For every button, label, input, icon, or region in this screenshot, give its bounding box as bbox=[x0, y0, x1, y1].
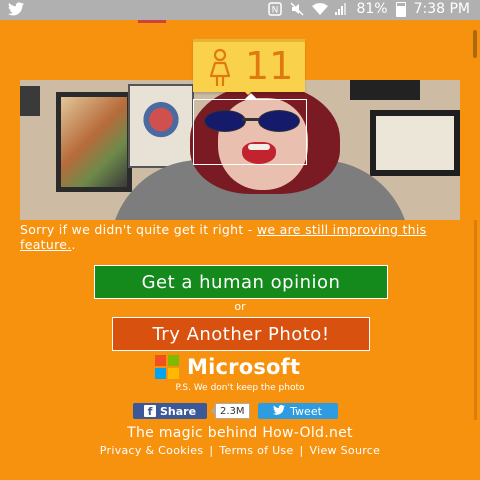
battery-percent: 81% bbox=[356, 1, 388, 17]
face-detection-box bbox=[193, 99, 307, 165]
twitter-icon bbox=[273, 404, 286, 418]
estimated-age: 11 bbox=[245, 44, 294, 88]
terms-of-use-link[interactable]: Terms of Use bbox=[219, 444, 293, 457]
privacy-disclaimer: P.S. We don't keep the photo bbox=[175, 383, 305, 393]
age-badge: 11 bbox=[193, 39, 305, 92]
wall-frame bbox=[370, 110, 460, 176]
facebook-share-button[interactable]: f Share bbox=[133, 403, 207, 419]
or-divider: or bbox=[234, 300, 246, 313]
svg-text:N: N bbox=[272, 6, 279, 16]
accuracy-message: Sorry if we didn't quite get it right - … bbox=[20, 222, 465, 252]
uploaded-photo bbox=[20, 80, 460, 220]
accuracy-message-trailing: . bbox=[71, 237, 76, 252]
facebook-icon: f bbox=[143, 405, 156, 417]
human-opinion-button[interactable]: Get a human opinion bbox=[94, 265, 388, 299]
microsoft-logo[interactable]: Microsoft bbox=[155, 355, 300, 379]
microsoft-wordmark: Microsoft bbox=[187, 355, 301, 379]
wall-frame bbox=[56, 92, 132, 192]
view-source-link[interactable]: View Source bbox=[310, 444, 381, 457]
wall-frame bbox=[20, 86, 40, 116]
social-share-row: f Share 2.3M Tweet bbox=[133, 402, 338, 420]
privacy-cookies-link[interactable]: Privacy & Cookies bbox=[100, 444, 204, 457]
wall-frame bbox=[128, 84, 194, 168]
age-badge-pointer bbox=[242, 89, 254, 95]
clock-time: 7:38 PM bbox=[413, 1, 470, 17]
facebook-share-label: Share bbox=[159, 404, 197, 418]
battery-icon bbox=[395, 1, 406, 17]
nfc-icon: N bbox=[268, 2, 283, 16]
site-tagline: The magic behind How-Old.net bbox=[127, 425, 353, 441]
tweet-button[interactable]: Tweet bbox=[257, 403, 338, 419]
footer-links: Privacy & Cookies | Terms of Use | View Sour… bbox=[99, 444, 381, 457]
scrollbar-thumb[interactable] bbox=[473, 30, 477, 58]
status-bar: N 81% 7:38 PM bbox=[0, 0, 480, 20]
share-count: 2.3M bbox=[211, 403, 250, 419]
signal-icon bbox=[334, 2, 348, 16]
microsoft-windows-icon bbox=[155, 355, 179, 379]
page-accent-line bbox=[138, 20, 166, 23]
wall-frame bbox=[350, 80, 420, 100]
female-icon bbox=[207, 48, 233, 88]
try-another-photo-button[interactable]: Try Another Photo! bbox=[112, 317, 370, 351]
mute-icon bbox=[290, 2, 304, 16]
twitter-notification-icon bbox=[8, 2, 24, 20]
wifi-icon bbox=[312, 2, 329, 16]
tweet-label: Tweet bbox=[290, 404, 322, 418]
accuracy-message-text: Sorry if we didn't quite get it right - bbox=[20, 222, 257, 237]
